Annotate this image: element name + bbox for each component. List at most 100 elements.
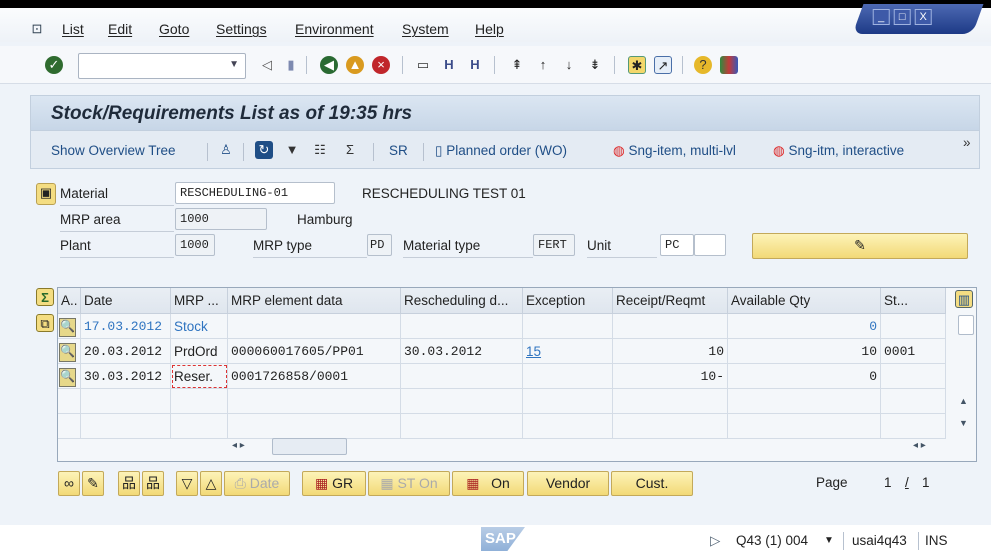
table-cell-receipt: 10-	[613, 364, 728, 389]
vendor-button[interactable]: Vendor	[527, 471, 609, 496]
magnifier-icon[interactable]: 🔍	[59, 368, 76, 387]
close-icon[interactable]: X	[914, 9, 932, 25]
unit-field: PC	[660, 234, 694, 256]
gr-button[interactable]: ▦ GR	[302, 471, 366, 496]
mrp-area-field: 1000	[175, 208, 267, 230]
calendar-icon: ▦	[380, 475, 394, 491]
sng-item-multi-level-button[interactable]: ◍ Sng-item, multi-lvl	[613, 143, 736, 159]
table-cell-available: 10	[728, 339, 881, 364]
print-icon[interactable]: ▭	[414, 56, 432, 74]
column-header-mrp-element-data[interactable]: MRP element data	[228, 288, 401, 314]
export-icon[interactable]: ⧉	[36, 314, 54, 332]
scroll-down-icon[interactable]: ▼	[959, 418, 968, 428]
enter-icon[interactable]: ✓	[45, 56, 63, 74]
column-settings-icon[interactable]: ▥	[955, 290, 973, 308]
menu-settings[interactable]: Settings	[216, 21, 267, 37]
insert-mode[interactable]: INS	[925, 533, 948, 548]
person-icon[interactable]: ♙	[217, 141, 235, 159]
display-button[interactable]: ∞	[58, 471, 80, 496]
column-header-st[interactable]: St...	[881, 288, 946, 314]
help-icon[interactable]: ?	[694, 56, 712, 74]
menu-edit[interactable]: Edit	[108, 21, 132, 37]
cust-button[interactable]: Cust.	[611, 471, 693, 496]
layout-menu-icon[interactable]	[720, 56, 738, 74]
cancel-icon[interactable]: ×	[372, 56, 390, 74]
menu-environment[interactable]: Environment	[295, 21, 374, 37]
refresh-icon[interactable]: ↻	[255, 141, 273, 159]
column-header-receipt[interactable]: Receipt/Reqmt	[613, 288, 728, 314]
planned-order-button[interactable]: ▯ Planned order (WO)	[435, 143, 567, 159]
filter-icon[interactable]: ▼	[283, 141, 301, 159]
scroll-right-icon[interactable]: ◂ ▸	[913, 440, 926, 451]
column-header-date[interactable]: Date	[81, 288, 171, 314]
exit-icon[interactable]: ▲	[346, 56, 364, 74]
back-arrow-icon[interactable]: ◁	[258, 56, 276, 74]
sng-item-interactive-button[interactable]: ◍ Sng-itm, interactive	[773, 143, 904, 159]
edit-button[interactable]: ✎	[82, 471, 104, 496]
column-header-rescheduling[interactable]: Rescheduling d...	[401, 288, 523, 314]
table-cell-exception	[523, 414, 613, 439]
table-cell-st	[881, 364, 946, 389]
scroll-left-icon[interactable]: ◂ ▸	[232, 440, 245, 451]
command-field[interactable]: ▼	[78, 53, 246, 79]
system-menu-icon[interactable]: ⊡	[28, 20, 46, 38]
table-cell-exception	[523, 389, 613, 414]
first-page-icon[interactable]: ⇞	[508, 56, 526, 74]
table-cell-data	[228, 389, 401, 414]
sort-down-button[interactable]: ▽	[176, 471, 198, 496]
maximize-icon[interactable]: □	[893, 9, 911, 25]
menu-bar: ⊡ List Edit Goto Settings Environment Sy…	[0, 8, 991, 42]
back-icon[interactable]: ◀	[320, 56, 338, 74]
next-page-icon[interactable]: ↓	[560, 56, 578, 74]
table-cell-exception[interactable]: 15	[523, 339, 613, 364]
column-header-mrp[interactable]: MRP ...	[171, 288, 228, 314]
table-cell-receipt	[613, 314, 728, 339]
collapse-hierarchy-button[interactable]: 品	[142, 471, 164, 496]
column-header-exception[interactable]: Exception	[523, 288, 613, 314]
system-info-dropdown-icon[interactable]: ▼	[824, 535, 834, 546]
date-button[interactable]: ⎙ Date	[224, 471, 290, 496]
menu-help[interactable]: Help	[475, 21, 504, 37]
change-button[interactable]: ✎	[752, 233, 968, 259]
toggle-header-icon[interactable]: ▣	[36, 183, 56, 205]
more-button[interactable]: »	[963, 135, 971, 150]
horizontal-scrollbar[interactable]	[272, 438, 347, 455]
menu-list[interactable]: List	[62, 21, 84, 37]
sort-up-button[interactable]: △	[200, 471, 222, 496]
status-toggle-icon[interactable]: ▷	[710, 533, 720, 549]
menu-goto[interactable]: Goto	[159, 21, 189, 37]
server-name: usai4q43	[852, 533, 907, 548]
chevron-down-icon[interactable]: ▼	[229, 59, 239, 70]
magnifier-icon[interactable]: 🔍	[59, 318, 76, 337]
vertical-scrollbar[interactable]	[958, 315, 974, 335]
system-info: Q43 (1) 004	[736, 533, 809, 548]
column-header-available[interactable]: Available Qty	[728, 288, 881, 314]
last-page-icon[interactable]: ⇟	[586, 56, 604, 74]
table-cell-mrp: PrdOrd	[171, 339, 228, 364]
on-button[interactable]: ▦ On	[452, 471, 524, 496]
details-icon[interactable]: ☷	[311, 141, 329, 159]
sum-icon[interactable]: Σ	[341, 141, 359, 159]
save-icon[interactable]: ▮	[282, 56, 300, 74]
column-header-a[interactable]: A..	[58, 288, 81, 314]
expand-hierarchy-button[interactable]: 品	[118, 471, 140, 496]
show-overview-tree-button[interactable]: Show Overview Tree	[51, 143, 176, 158]
print-icon: ⎙	[234, 475, 246, 491]
find-next-icon[interactable]: H	[466, 56, 484, 74]
document-icon: ▯	[435, 143, 443, 158]
previous-page-icon[interactable]: ↑	[534, 56, 552, 74]
material-field[interactable]: RESCHEDULING-01	[175, 182, 335, 204]
st-on-button[interactable]: ▦ ST On	[368, 471, 450, 496]
create-session-icon[interactable]: ✱	[628, 56, 646, 74]
sr-button[interactable]: SR	[389, 143, 408, 158]
menu-system[interactable]: System	[402, 21, 449, 37]
page-total: 1	[922, 475, 930, 490]
page-separator: /	[905, 475, 909, 490]
table-cell-receipt	[613, 414, 728, 439]
find-icon[interactable]: H	[440, 56, 458, 74]
sigma-icon[interactable]: Σ	[36, 288, 54, 306]
shortcut-icon[interactable]: ↗	[654, 56, 672, 74]
minimize-icon[interactable]: _	[872, 9, 890, 25]
scroll-up-icon[interactable]: ▲	[959, 396, 968, 406]
magnifier-icon[interactable]: 🔍	[59, 343, 76, 362]
